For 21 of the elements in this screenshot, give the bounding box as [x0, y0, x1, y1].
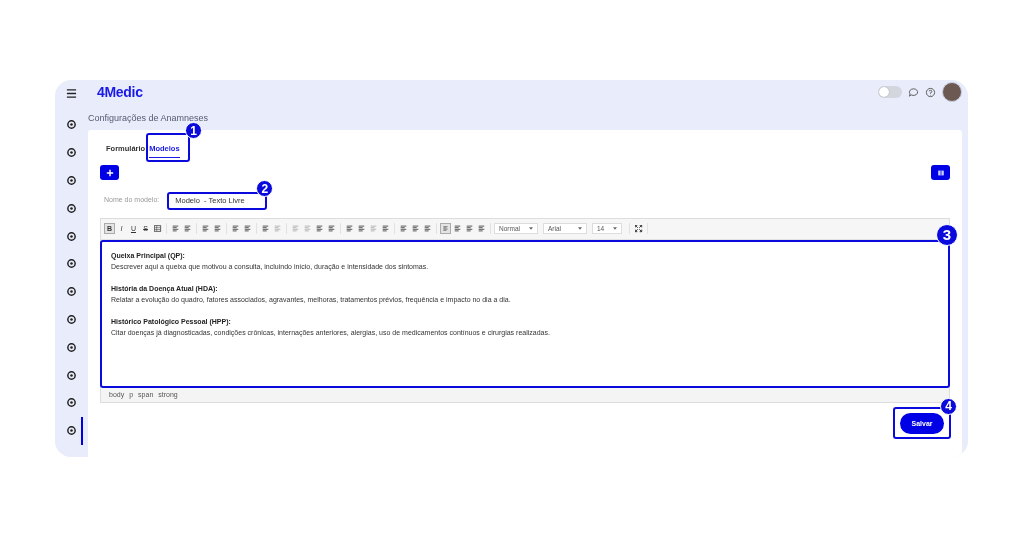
step-badge: 2 [256, 180, 274, 197]
text-editor[interactable] [100, 239, 950, 388]
align-left-icon[interactable] [440, 223, 451, 234]
caret-icon [578, 227, 582, 230]
caret-icon [613, 227, 617, 230]
step-badge: 1 [185, 122, 202, 139]
chat-icon[interactable] [908, 86, 919, 98]
plus-icon [105, 168, 114, 177]
page-title: Configurações de Anamneses [88, 112, 210, 125]
menu-icon[interactable] [66, 88, 77, 99]
highlight-frame [146, 133, 190, 162]
theme-toggle[interactable] [878, 86, 902, 98]
justify-icon[interactable] [476, 223, 487, 234]
add-button[interactable] [100, 165, 119, 180]
logo: 4Medic [97, 84, 143, 100]
panel-button[interactable] [931, 165, 950, 180]
help-icon[interactable] [925, 86, 936, 98]
avatar[interactable] [942, 82, 962, 102]
active-indicator [81, 416, 83, 445]
caret-icon [529, 227, 533, 230]
fullscreen-icon[interactable] [633, 223, 644, 234]
